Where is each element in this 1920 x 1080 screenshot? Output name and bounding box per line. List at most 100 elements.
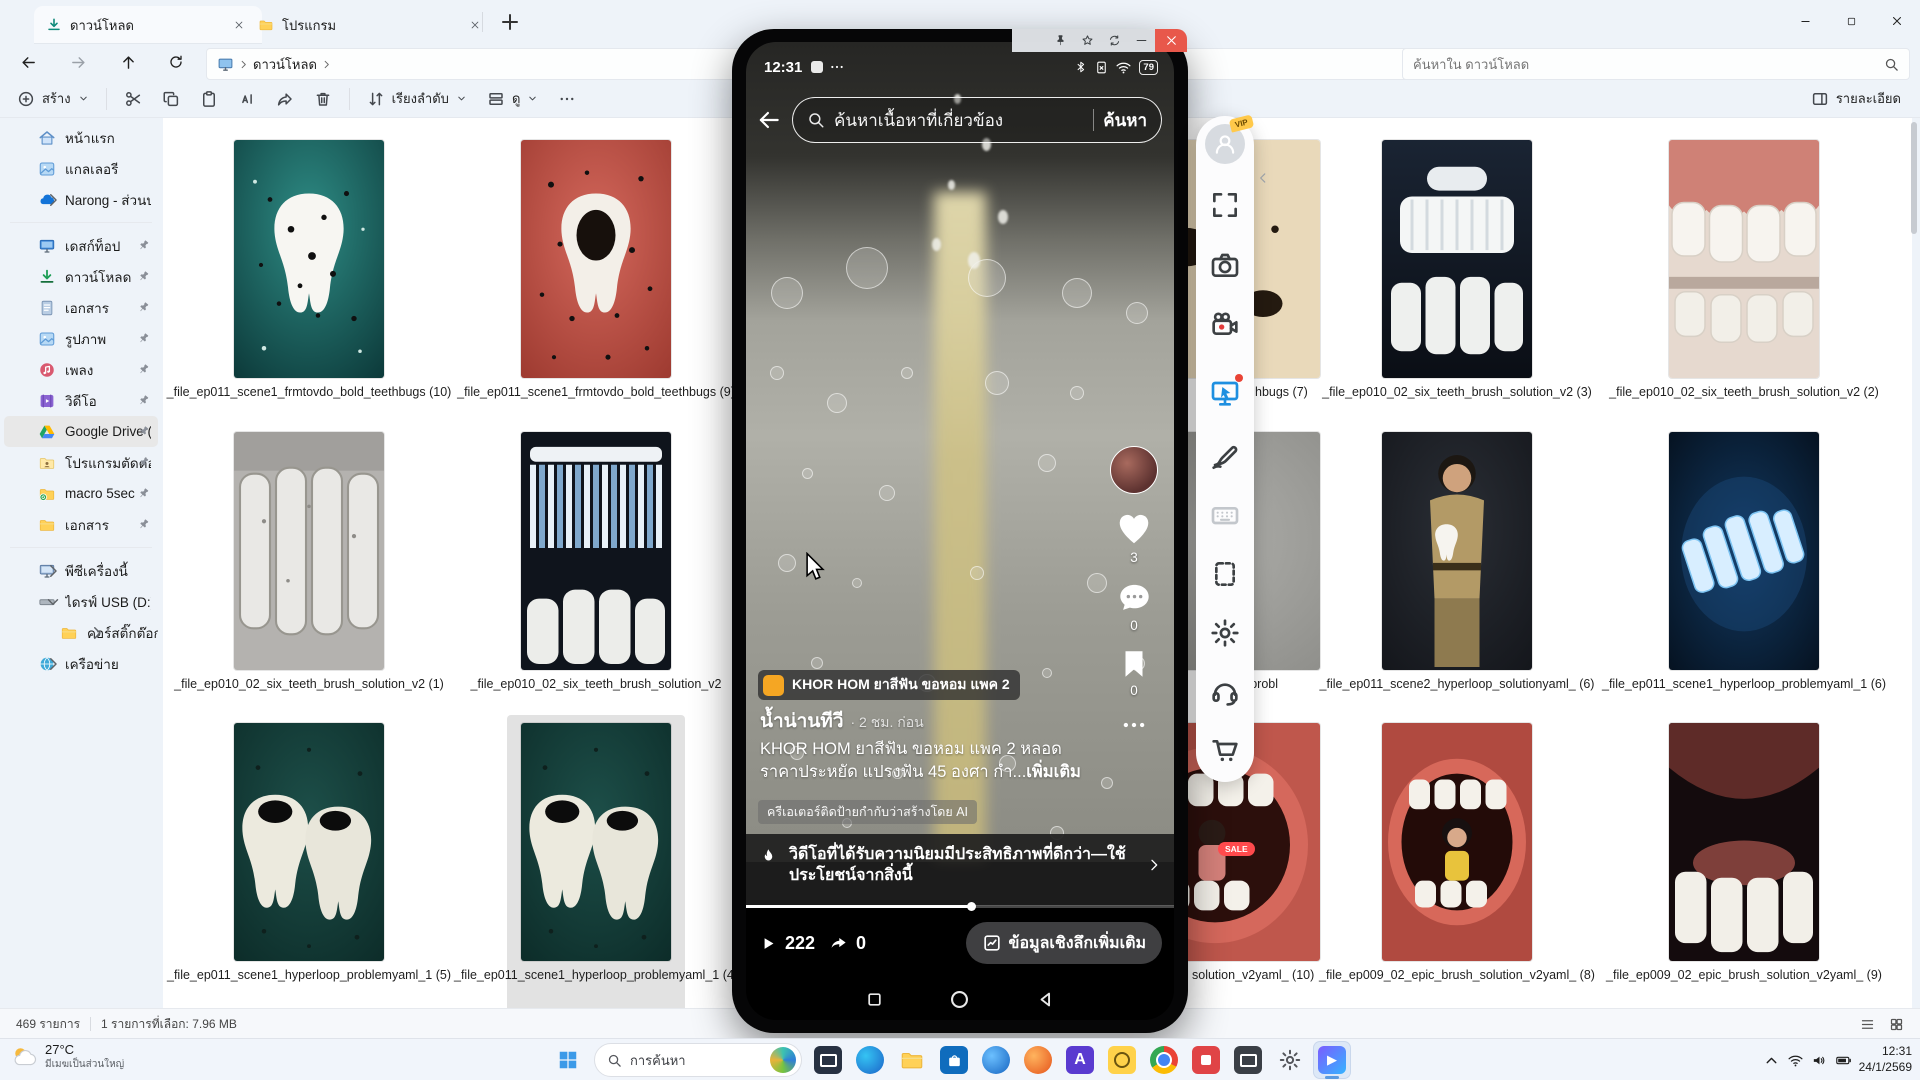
- sidebar-item-พีซีเครื่องนี้[interactable]: พีซีเครื่องนี้: [4, 555, 158, 586]
- share-button[interactable]: [267, 83, 303, 115]
- chevron-right-icon[interactable]: [88, 624, 106, 642]
- taskbar-app-browser-orange[interactable]: [1020, 1042, 1056, 1078]
- file-thumbnail[interactable]: [1382, 432, 1532, 670]
- promo-banner[interactable]: วิดีโอที่ได้รับความนิยมมีประสิทธิภาพที่ด…: [746, 834, 1174, 906]
- tab-downloads[interactable]: ดาวน์โหลด: [34, 6, 262, 44]
- chevron-right-icon[interactable]: [1146, 857, 1162, 873]
- start-button[interactable]: [550, 1042, 586, 1078]
- more-dots-icon[interactable]: [1121, 712, 1147, 738]
- forward-button[interactable]: [60, 47, 96, 77]
- volume-icon[interactable]: [1811, 1052, 1828, 1069]
- taskbar-app-settings[interactable]: [1272, 1042, 1308, 1078]
- sidebar-item-รูปภาพ[interactable]: รูปภาพ: [4, 323, 158, 354]
- sidebar-item-ดาวน์โหลด[interactable]: ดาวน์โหลด: [4, 261, 158, 292]
- copy-button[interactable]: [153, 83, 189, 115]
- details-view-icon[interactable]: [1860, 1017, 1875, 1032]
- taskbar-app-mirror-app[interactable]: ▶: [1314, 1042, 1350, 1078]
- taskbar-app-browser-blue[interactable]: [978, 1042, 1014, 1078]
- weather-widget[interactable]: 27°C มีเมฆเป็นส่วนใหญ่: [10, 1042, 124, 1072]
- refresh-button[interactable]: [158, 47, 194, 77]
- cut-button[interactable]: [115, 83, 151, 115]
- toolbar-collapse-icon[interactable]: [1256, 168, 1270, 188]
- file-name[interactable]: _file_ep011_scene1_frmtovdo_bold_teethbu…: [451, 384, 741, 401]
- new-button[interactable]: สร้าง: [8, 83, 98, 115]
- file-thumbnail[interactable]: [521, 432, 671, 670]
- tab-close-icon[interactable]: [462, 12, 488, 38]
- tab-programs[interactable]: โปรแกรม: [246, 6, 498, 44]
- sidebar-item-เพลง[interactable]: เพลง: [4, 354, 158, 385]
- wifi-tray-icon[interactable]: [1787, 1052, 1804, 1069]
- sidebar-item-ไดรฟ์-usb-d-[interactable]: ไดรฟ์ USB (D:): [4, 586, 158, 617]
- taskbar-app-microsoft-edge[interactable]: [852, 1042, 888, 1078]
- explorer-search[interactable]: [1402, 48, 1910, 80]
- battery-tray-icon[interactable]: [1835, 1052, 1852, 1069]
- back-button[interactable]: [10, 47, 46, 77]
- file-thumbnail[interactable]: [521, 723, 671, 961]
- more-link[interactable]: เพิ่มเติม: [1026, 763, 1081, 781]
- comment-icon[interactable]: [1116, 579, 1153, 616]
- details-button[interactable]: รายละเอียด: [1802, 83, 1910, 115]
- bookmark-icon[interactable]: [1117, 647, 1151, 681]
- home-circle-icon[interactable]: [949, 989, 970, 1010]
- taskbar-app-app-a-purple[interactable]: A: [1062, 1042, 1098, 1078]
- file-thumbnail[interactable]: [1382, 723, 1532, 961]
- sidebar-item-macro-5sec[interactable]: macro 5sec: [4, 478, 158, 509]
- taskbar-app-microsoft-store[interactable]: [936, 1042, 972, 1078]
- fullscreen-icon[interactable]: [1209, 189, 1241, 221]
- file-name[interactable]: _file_ep009_02_epic_brush_solution_v2yam…: [1599, 967, 1889, 984]
- sidebar-item-โปรแกรมตัดต่อ[interactable]: โปรแกรมตัดต่อ: [4, 447, 158, 478]
- file-thumbnail[interactable]: [234, 432, 384, 670]
- product-tag[interactable]: KHOR HOM ยาสีฟัน ขอหอม แพค 2: [758, 670, 1020, 700]
- up-button[interactable]: [110, 47, 146, 77]
- sidebar-item-เอกสาร[interactable]: เอกสาร: [4, 509, 158, 540]
- file-thumbnail[interactable]: [1669, 432, 1819, 670]
- screen-crop-icon[interactable]: [1209, 558, 1241, 590]
- pin-icon[interactable]: [1047, 29, 1074, 52]
- shop-cart-icon[interactable]: [1209, 734, 1241, 766]
- user-avatar[interactable]: VIP: [1205, 124, 1245, 164]
- file-thumbnail[interactable]: [234, 723, 384, 961]
- taskbar-app-file-explorer[interactable]: [894, 1042, 930, 1078]
- search-input[interactable]: [1403, 57, 1884, 72]
- chevron-right-icon[interactable]: [44, 562, 62, 580]
- chevron-down-icon[interactable]: [44, 593, 62, 611]
- phone-search-box[interactable]: ค้นหาเนื้อหาที่เกี่ยวข้อง ค้นหา: [792, 97, 1162, 143]
- paste-button[interactable]: [191, 83, 227, 115]
- file-name[interactable]: _file_ep011_scene1_hyperloop_problemyaml…: [164, 967, 454, 984]
- sort-button[interactable]: เรียงลำดับ: [358, 83, 476, 115]
- file-thumbnail[interactable]: [1669, 723, 1819, 961]
- maximize-button[interactable]: [1828, 0, 1874, 42]
- file-name[interactable]: _file_ep010_02_six_teeth_brush_solution_…: [1599, 384, 1889, 401]
- rotate-icon[interactable]: [1101, 29, 1128, 52]
- recents-square-icon[interactable]: [866, 991, 883, 1008]
- taskbar-app-google-chrome[interactable]: [1146, 1042, 1182, 1078]
- settings-gear-icon[interactable]: [1209, 617, 1241, 649]
- sidebar-item-คอร์สติ๊กต๊อก2026[interactable]: คอร์สติ๊กต๊อก2026: [4, 617, 158, 648]
- screen-record-icon[interactable]: [1209, 309, 1241, 341]
- star-icon[interactable]: [1074, 29, 1101, 52]
- close-button[interactable]: [1874, 0, 1920, 42]
- file-thumbnail[interactable]: [1382, 140, 1532, 378]
- clock[interactable]: 12:31 24/1/2569: [1859, 1044, 1912, 1075]
- file-name[interactable]: _file_ep011_scene1_frmtovdo_bold_teethbu…: [164, 384, 454, 401]
- minimize-button[interactable]: [1782, 0, 1828, 42]
- file-name[interactable]: solution_v2yaml_ (10): [1192, 967, 1314, 984]
- back-arrow-icon[interactable]: [756, 107, 782, 133]
- chevron-right-icon[interactable]: [44, 655, 62, 673]
- file-name[interactable]: _file_ep011_scene1_hyperloop_problemyaml…: [1599, 676, 1889, 693]
- scrollbar[interactable]: [1911, 120, 1917, 1006]
- back-triangle-icon[interactable]: [1036, 990, 1055, 1009]
- file-name[interactable]: hbugs (7): [1255, 384, 1308, 401]
- draw-pen-icon[interactable]: [1209, 439, 1241, 471]
- minimize-icon[interactable]: [1128, 29, 1155, 52]
- large-icons-view-icon[interactable]: [1889, 1017, 1904, 1032]
- creator-avatar[interactable]: [1110, 446, 1158, 494]
- file-thumbnail[interactable]: [521, 140, 671, 378]
- video-caption[interactable]: KHOR HOM ยาสีฟัน ขอหอม แพค 2 หลอด ราคาปร…: [760, 738, 1098, 784]
- creator-name[interactable]: น้ำน่านทีวี· 2 ชม. ก่อน: [760, 706, 924, 736]
- file-name[interactable]: _file_ep011_scene2_hyperloop_solutionyam…: [1312, 676, 1602, 693]
- screen-mirror-icon[interactable]: [1209, 377, 1241, 409]
- chevron-up-icon[interactable]: [1763, 1052, 1780, 1069]
- sidebar-item-เอกสาร[interactable]: เอกสาร: [4, 292, 158, 323]
- sidebar-item-วิดีโอ[interactable]: วิดีโอ: [4, 385, 158, 416]
